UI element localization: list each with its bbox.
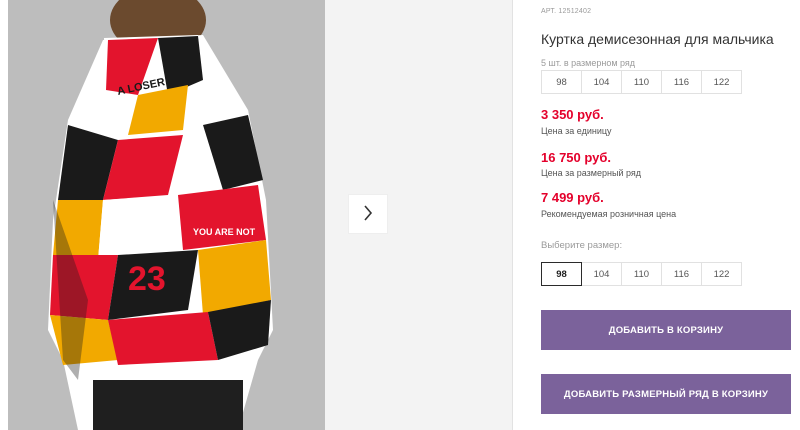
choose-size-label: Выберите размер:: [541, 240, 623, 251]
product-gallery: 23 A LOSER YOU ARE NOT: [8, 0, 513, 430]
pack-size-cell: 122: [701, 70, 742, 94]
product-sku: АРТ. 12512402: [541, 8, 592, 15]
pack-size-cell: 116: [661, 70, 702, 94]
pack-quantity-note: 5 шт. в размерном ряд: [541, 58, 636, 68]
retail-price-label: Рекомендуемая розничная цена: [541, 209, 677, 219]
size-option-98[interactable]: 98: [541, 262, 582, 286]
svg-text:YOU ARE NOT: YOU ARE NOT: [193, 227, 256, 237]
svg-text:23: 23: [128, 260, 166, 298]
product-info-panel: АРТ. 12512402 Куртка демисезонная для ма…: [541, 0, 800, 430]
retail-price: 7 499 руб.: [541, 190, 604, 205]
size-option-110[interactable]: 110: [621, 262, 662, 286]
chevron-right-icon: [363, 204, 373, 224]
size-selector: 98 104 110 116 122: [541, 262, 742, 286]
unit-price: 3 350 руб.: [541, 107, 604, 122]
size-option-104[interactable]: 104: [581, 262, 622, 286]
product-photo: 23 A LOSER YOU ARE NOT: [8, 0, 325, 430]
pack-size-cell: 110: [621, 70, 662, 94]
pack-size-cell: 104: [581, 70, 622, 94]
unit-price-label: Цена за единицу: [541, 126, 612, 136]
product-title: Куртка демисезонная для мальчика: [541, 31, 774, 47]
pack-price: 16 750 руб.: [541, 150, 612, 165]
pack-size-cell: 98: [541, 70, 582, 94]
pack-size-list: 98 104 110 116 122: [541, 70, 742, 94]
pack-price-label: Цена за размерный ряд: [541, 168, 642, 178]
add-pack-to-cart-button[interactable]: Добавить размерный ряд в корзину: [541, 374, 791, 414]
gallery-next-button[interactable]: [349, 195, 387, 233]
size-option-122[interactable]: 122: [701, 262, 742, 286]
add-to-cart-button[interactable]: Добавить в корзину: [541, 310, 791, 350]
size-option-116[interactable]: 116: [661, 262, 702, 286]
